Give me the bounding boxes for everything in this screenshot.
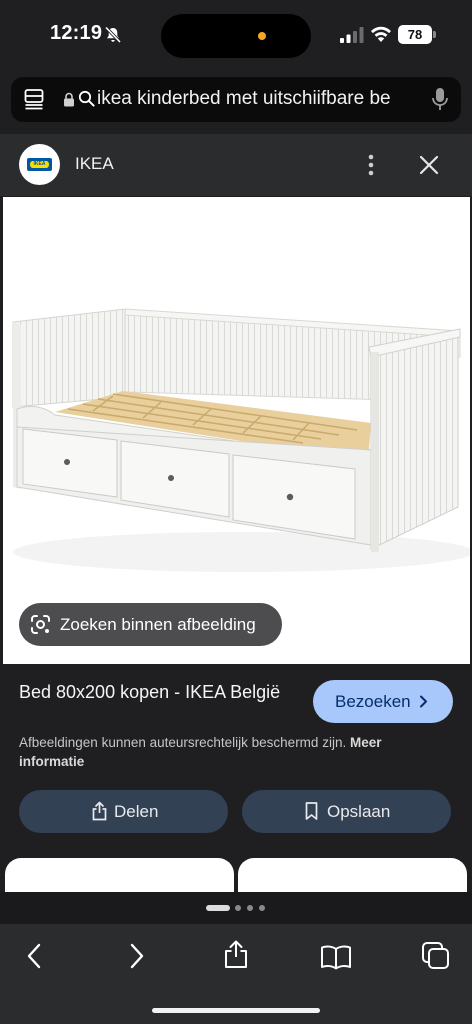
chevron-right-icon [420,695,427,708]
save-label: Opslaan [327,802,391,821]
image-viewer-header: IKEA IKEA [0,134,472,196]
save-button[interactable]: Opslaan [242,790,451,833]
status-bar: 12:19 78 [0,0,472,72]
bell-slash-icon [104,26,122,44]
share-icon [92,801,107,821]
result-title[interactable]: Bed 80x200 kopen - IKEA België [19,680,291,704]
ikea-logo[interactable]: IKEA [19,144,60,185]
dynamic-island [161,14,311,58]
copyright-notice: Afbeeldingen kunnen auteursrechtelijk be… [19,733,439,771]
pagination-dot [247,905,253,911]
lock-icon [64,92,74,107]
ikea-logo-badge: IKEA [27,158,52,171]
ikea-logo-text: IKEA [33,161,46,167]
site-name[interactable]: IKEA [75,154,114,174]
share-icon[interactable] [222,939,250,969]
microphone-icon[interactable] [431,87,449,111]
share-button[interactable]: Delen [19,790,228,833]
status-time: 12:19 [50,22,103,44]
recording-indicator-dot [258,32,266,40]
search-within-image-button[interactable]: Zoeken binnen afbeelding [19,603,282,646]
related-result-card[interactable] [238,858,467,894]
home-indicator[interactable] [152,1008,320,1013]
address-field-text[interactable]: ikea kinderbed met uitschiifbare be [97,88,419,110]
battery-tip [433,31,436,38]
copyright-text: Afbeeldingen kunnen auteursrechtelijk be… [19,735,347,750]
pagination-dot-active [206,905,230,911]
more-vertical-icon[interactable] [364,152,378,178]
tabs-icon[interactable] [421,941,451,971]
bookmark-icon [305,802,318,820]
battery-level: 78 [407,27,423,42]
product-image[interactable] [3,197,470,664]
battery-icon: 78 [398,25,432,44]
related-result-card[interactable] [5,858,234,894]
pagination-dot [235,905,241,911]
close-icon[interactable] [417,153,441,177]
visit-button[interactable]: Bezoeken [313,680,453,723]
forward-icon[interactable] [126,942,146,970]
visit-label: Bezoeken [335,692,411,711]
google-lens-icon [31,615,50,634]
bookmarks-icon[interactable] [320,944,352,970]
address-bar[interactable]: ikea kinderbed met uitschiifbare be [11,77,461,122]
cellular-signal-icon [340,27,364,43]
share-label: Delen [114,802,159,821]
wifi-icon [371,26,391,42]
back-icon[interactable] [25,942,45,970]
daybed-illustration [12,308,470,572]
search-within-image-label: Zoeken binnen afbeelding [60,615,256,634]
search-icon [78,90,95,107]
pagination-dot [259,905,265,911]
reader-menu-icon[interactable] [24,88,46,110]
